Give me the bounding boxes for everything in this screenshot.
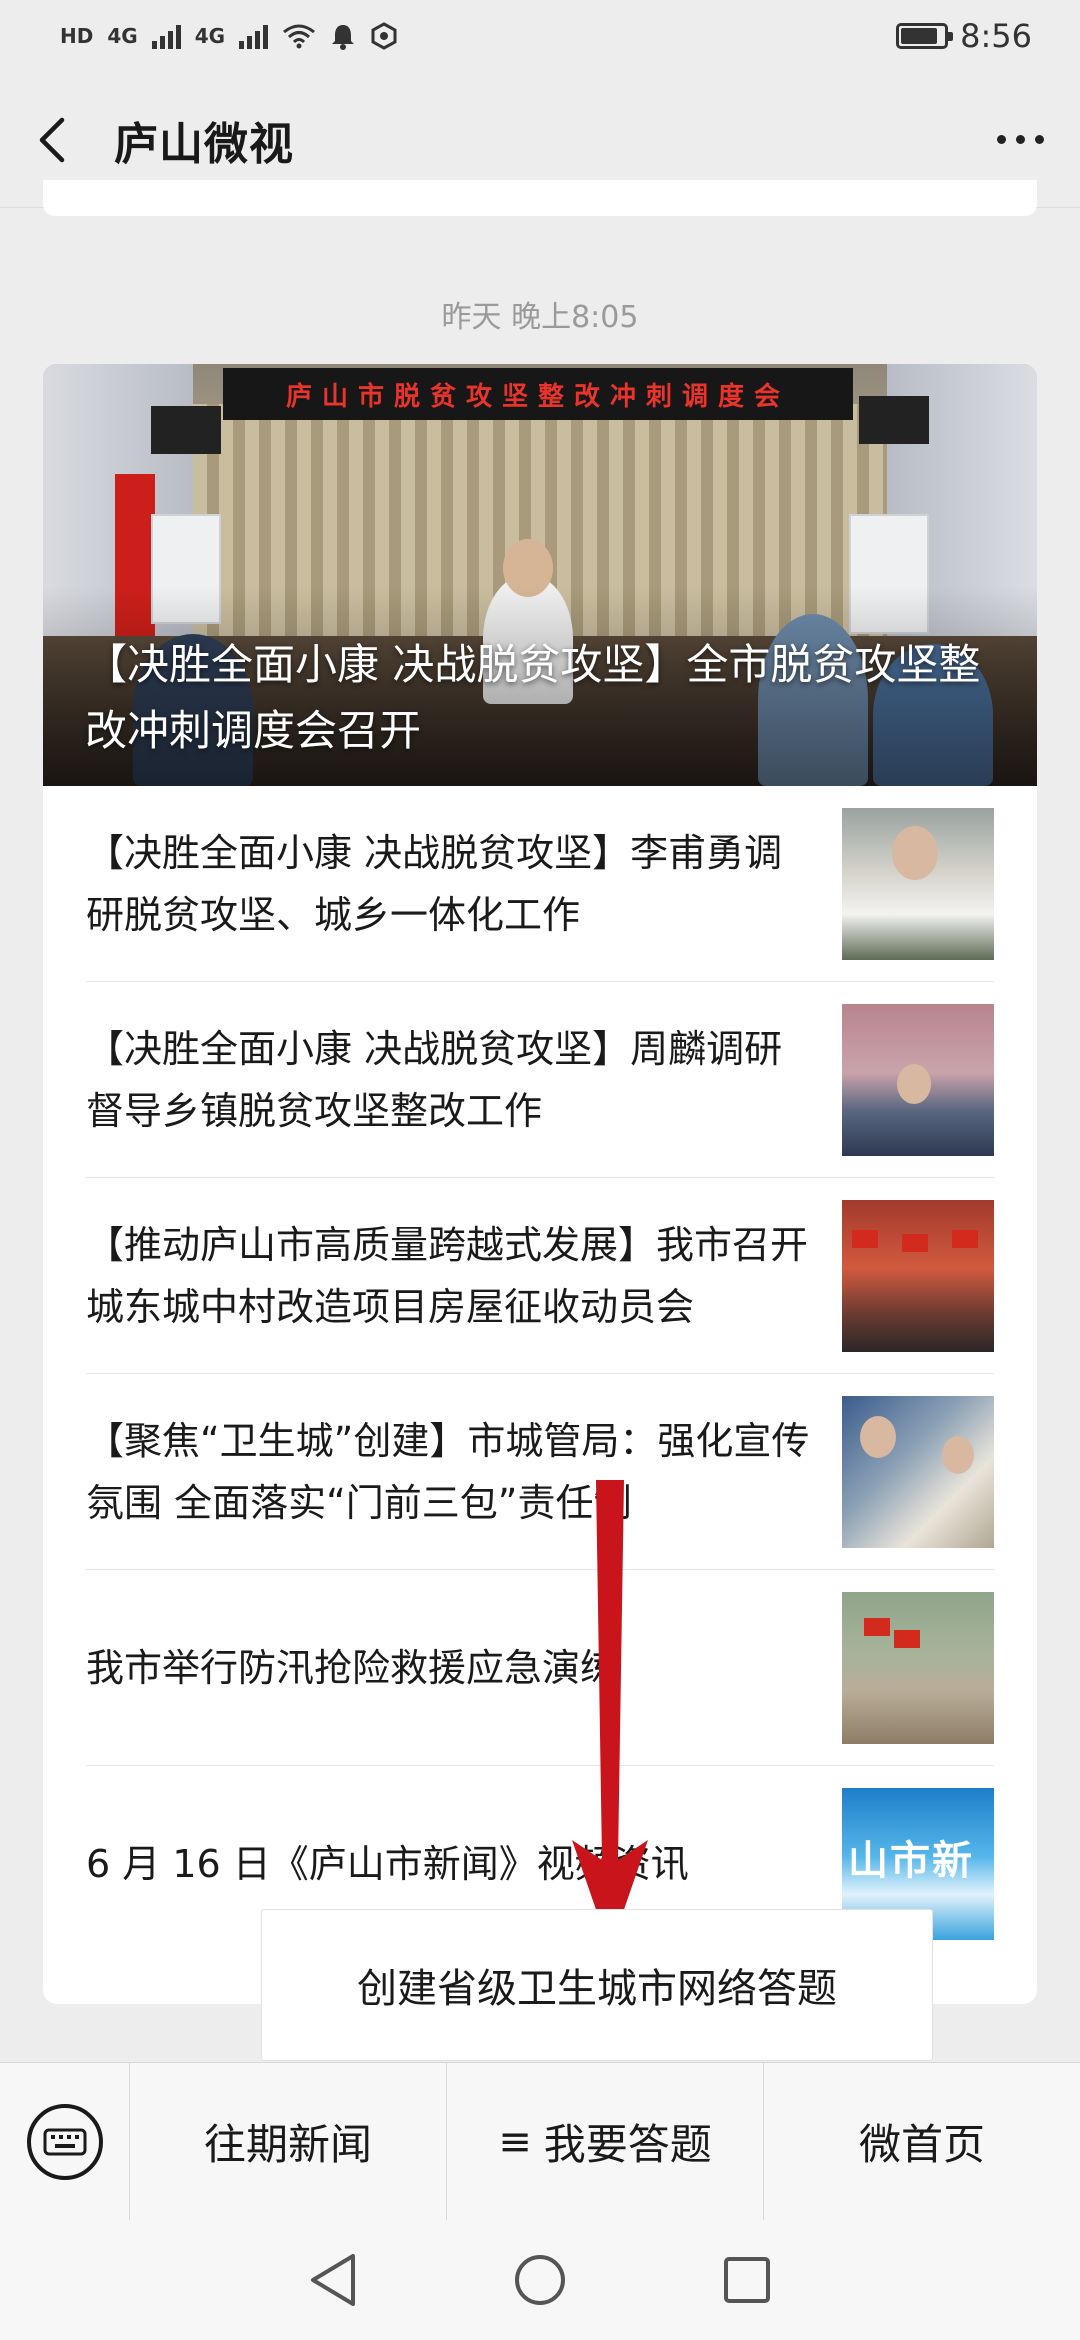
menu-label: 往期新闻 xyxy=(203,2120,372,2169)
article-list: 【决胜全面小康 决战脱贫攻坚】李甫勇调研脱贫攻坚、城乡一体化工作 【决胜全面小康… xyxy=(43,786,1037,1962)
article-title: 6 月 16 日《庐山市新闻》视频资讯 xyxy=(86,1842,689,1886)
more-options-icon[interactable] xyxy=(997,135,1044,144)
status-right: 8:56 xyxy=(896,17,1032,55)
hero-title: 【决胜全面小康 决战脱贫攻坚】全市脱贫攻坚整改冲刺调度会召开 xyxy=(85,640,981,755)
list-item[interactable]: 【推动庐山市高质量跨越式发展】我市召开城东城中村改造项目房屋征收动员会 xyxy=(86,1178,994,1374)
shield-app-icon xyxy=(371,22,397,50)
article-thumbnail xyxy=(842,1003,994,1156)
thumbnail-text: 山市新 xyxy=(848,1838,974,1884)
article-thumbnail xyxy=(842,1591,994,1744)
menu-past-news[interactable]: 往期新闻 xyxy=(130,2062,447,2221)
previous-card-edge xyxy=(43,180,1037,216)
notification-bell-icon xyxy=(332,25,355,50)
battery-icon xyxy=(896,23,954,49)
menu-answer-quiz[interactable]: ≡ 我要答题 xyxy=(447,2062,764,2221)
signal-icon xyxy=(151,23,181,49)
network-type-2: 4G xyxy=(194,24,226,48)
back-triangle-icon[interactable] xyxy=(307,2252,359,2308)
hero-article[interactable]: 庐山市脱贫攻坚整改冲刺调度会 【决胜全面小康 决战脱贫攻坚】全市脱贫攻坚整改冲刺… xyxy=(43,364,1037,786)
bottom-menu-bar: 往期新闻 ≡ 我要答题 微首页 xyxy=(0,2062,1080,2221)
keyboard-toggle-button[interactable] xyxy=(0,2062,130,2221)
back-arrow-icon[interactable] xyxy=(36,110,84,170)
network-type-1: 4G xyxy=(107,24,138,48)
article-thumbnail xyxy=(842,807,994,960)
page-title: 庐山微视 xyxy=(114,118,294,170)
list-item[interactable]: 【决胜全面小康 决战脱贫攻坚】李甫勇调研脱贫攻坚、城乡一体化工作 xyxy=(86,786,994,982)
menu-label: 我要答题 xyxy=(543,2120,712,2169)
list-item[interactable]: 我市举行防汛抢险救援应急演练 xyxy=(86,1570,994,1766)
submenu-indicator-icon: ≡ xyxy=(498,2118,532,2165)
signal-icon-2 xyxy=(239,23,269,49)
meeting-banner: 庐山市脱贫攻坚整改冲刺调度会 xyxy=(223,368,853,420)
article-title: 【决胜全面小康 决战脱贫攻坚】周麟调研督导乡镇脱贫攻坚整改工作 xyxy=(86,1026,783,1133)
recents-square-icon[interactable] xyxy=(721,2254,773,2306)
home-circle-icon[interactable] xyxy=(512,2252,568,2308)
keyboard-icon xyxy=(26,2103,103,2180)
menu-label: 微首页 xyxy=(858,2120,985,2169)
submenu-quiz-item[interactable]: 创建省级卫生城市网络答题 xyxy=(262,1910,932,2060)
clock: 8:56 xyxy=(960,17,1032,55)
article-title: 【推动庐山市高质量跨越式发展】我市召开城东城中村改造项目房屋征收动员会 xyxy=(86,1222,809,1329)
list-item[interactable]: 【聚焦“卫生城”创建】市城管局：强化宣传氛围 全面落实“门前三包”责任制 xyxy=(86,1374,994,1570)
status-icons: HD 4G 4G xyxy=(60,22,398,50)
wifi-icon xyxy=(283,24,315,49)
menu-home[interactable]: 微首页 xyxy=(764,2063,1080,2221)
article-card: 庐山市脱贫攻坚整改冲刺调度会 【决胜全面小康 决战脱贫攻坚】全市脱贫攻坚整改冲刺… xyxy=(43,364,1037,2004)
article-thumbnail xyxy=(842,1395,994,1548)
system-nav-bar xyxy=(0,2220,1080,2340)
hd-indicator: HD xyxy=(60,24,94,48)
article-title: 【决胜全面小康 决战脱贫攻坚】李甫勇调研脱贫攻坚、城乡一体化工作 xyxy=(86,830,783,937)
status-bar: HD 4G 4G 8:56 xyxy=(0,0,1080,72)
article-title: 【聚焦“卫生城”创建】市城管局：强化宣传氛围 全面落实“门前三包”责任制 xyxy=(86,1418,810,1525)
list-item[interactable]: 【决胜全面小康 决战脱贫攻坚】周麟调研督导乡镇脱贫攻坚整改工作 xyxy=(86,982,994,1178)
article-thumbnail xyxy=(842,1199,994,1352)
article-title: 我市举行防汛抢险救援应急演练 xyxy=(86,1645,619,1690)
message-timestamp: 昨天 晚上8:05 xyxy=(441,300,639,335)
